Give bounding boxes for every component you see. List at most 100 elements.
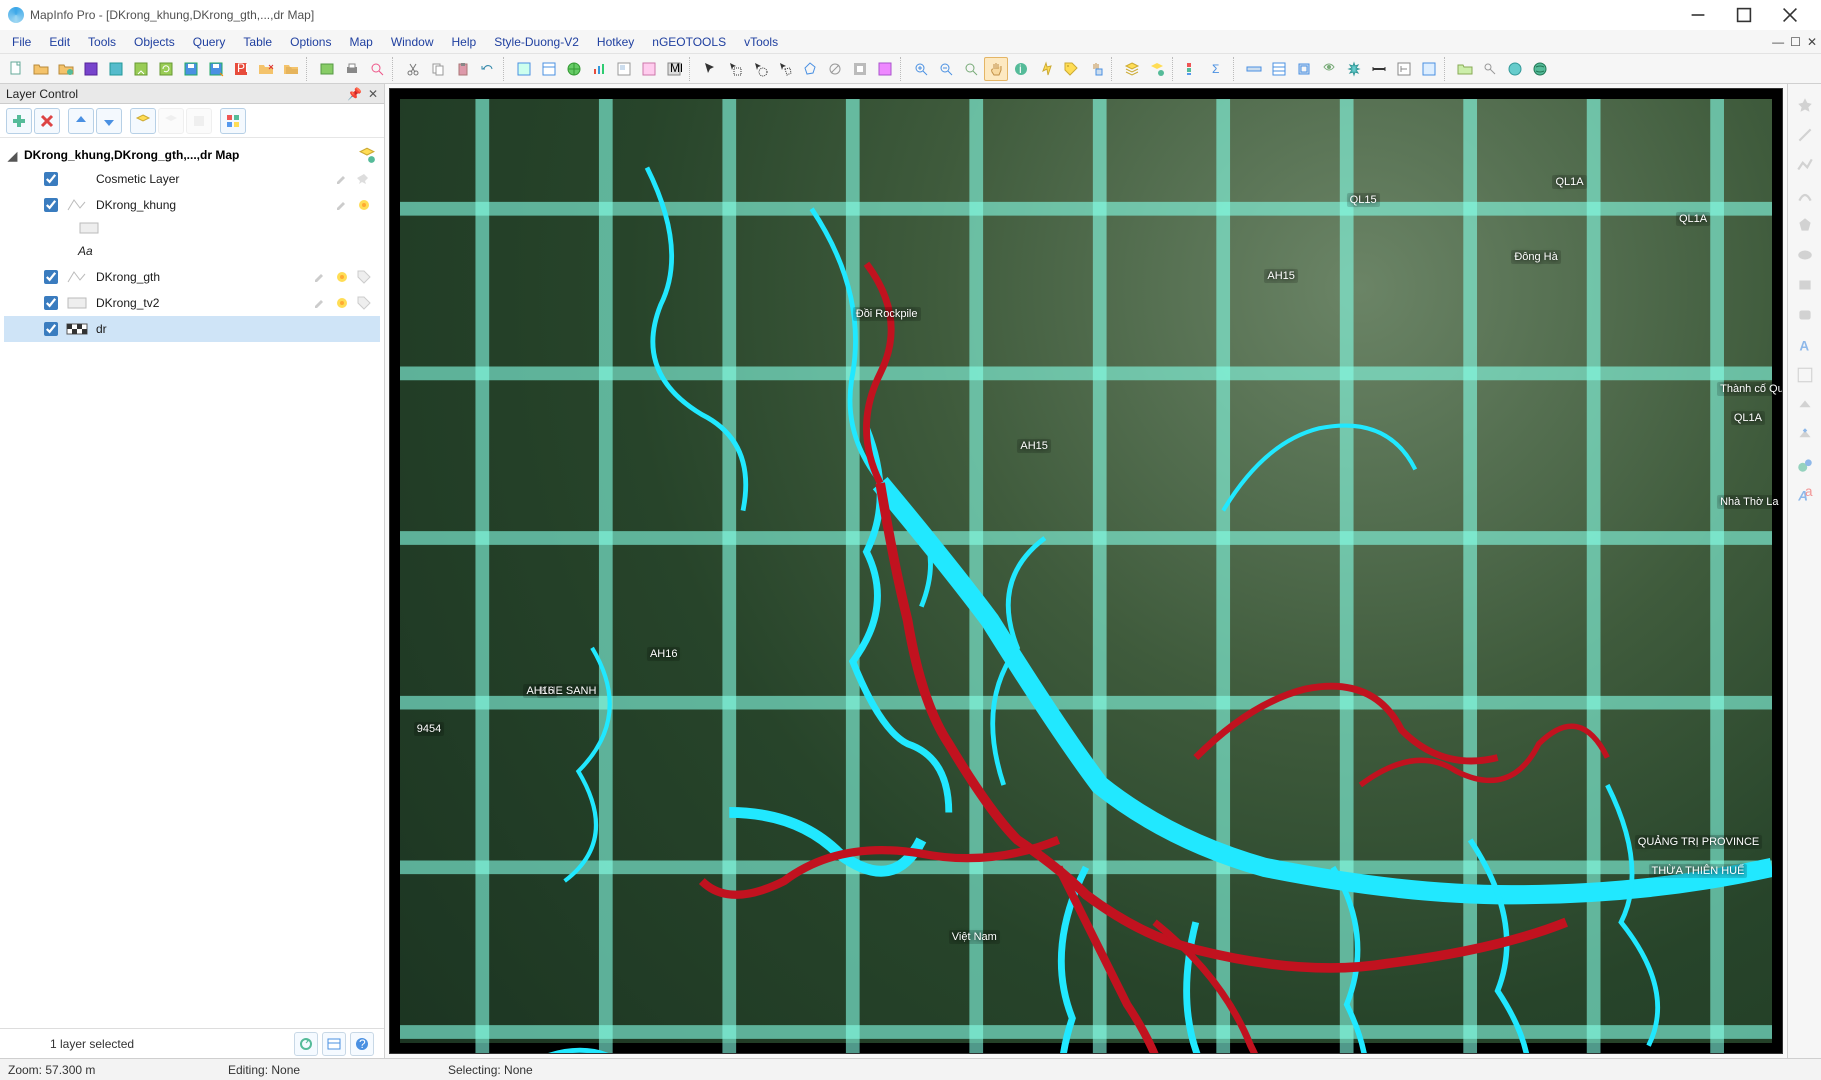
- layer-style-icon[interactable]: [66, 322, 88, 336]
- copy-icon[interactable]: [426, 57, 450, 81]
- region-style-icon[interactable]: [78, 221, 100, 235]
- layer-style-icon[interactable]: [66, 198, 88, 212]
- menu-objects[interactable]: Objects: [126, 33, 183, 51]
- layer-row-tv2[interactable]: DKrong_tv2: [4, 290, 380, 316]
- paste-icon[interactable]: [451, 57, 475, 81]
- menu-ngetools[interactable]: nGEOTOOLS: [644, 33, 734, 51]
- addnode-tool-icon[interactable]: [1792, 422, 1818, 448]
- reshape-tool-icon[interactable]: [1792, 392, 1818, 418]
- legend-des-icon[interactable]: [1417, 57, 1441, 81]
- window-globe-icon[interactable]: [562, 57, 586, 81]
- open-file-icon[interactable]: [29, 57, 53, 81]
- close-table-icon[interactable]: [254, 57, 278, 81]
- export-pdf-icon[interactable]: PDF: [229, 57, 253, 81]
- layer-add-icon[interactable]: [1145, 57, 1169, 81]
- menu-vtools[interactable]: vTools: [736, 33, 786, 51]
- open-dbms-icon[interactable]: [79, 57, 103, 81]
- text-tool-icon[interactable]: A: [1792, 332, 1818, 358]
- layer-visible-checkbox[interactable]: [44, 296, 58, 310]
- layer-row-gth[interactable]: DKrong_gth: [4, 264, 380, 290]
- frame-tool-icon[interactable]: [1792, 362, 1818, 388]
- info-tool-icon[interactable]: i: [1009, 57, 1033, 81]
- clip-on-icon[interactable]: [1317, 57, 1341, 81]
- ngeo-earth-icon[interactable]: [1528, 57, 1552, 81]
- layer-visible-checkbox[interactable]: [44, 172, 58, 186]
- window-map-icon[interactable]: [512, 57, 536, 81]
- menu-help[interactable]: Help: [444, 33, 485, 51]
- save-workspace-icon[interactable]: [179, 57, 203, 81]
- status-selecting[interactable]: Selecting: None: [448, 1063, 628, 1077]
- window-redistrict-icon[interactable]: [637, 57, 661, 81]
- map-node-icon[interactable]: [358, 146, 376, 164]
- window-layout-icon[interactable]: [612, 57, 636, 81]
- symbol-tool-icon[interactable]: [1792, 92, 1818, 118]
- table-list-icon[interactable]: [1267, 57, 1291, 81]
- menu-window[interactable]: Window: [383, 33, 442, 51]
- line-tool-icon[interactable]: [1792, 122, 1818, 148]
- hotlink-icon[interactable]: [1034, 57, 1058, 81]
- stats-icon[interactable]: Σ: [1206, 57, 1230, 81]
- cut-icon[interactable]: [401, 57, 425, 81]
- menu-table[interactable]: Table: [235, 33, 280, 51]
- layer-labels-icon[interactable]: [334, 295, 350, 311]
- menu-map[interactable]: Map: [341, 33, 380, 51]
- expand-caret-icon[interactable]: ◢: [8, 149, 20, 161]
- find-sel-icon[interactable]: [365, 57, 389, 81]
- menu-file[interactable]: File: [4, 33, 39, 51]
- layer-row-dr[interactable]: dr: [4, 316, 380, 342]
- legend-icon[interactable]: [1181, 57, 1205, 81]
- window-chart-icon[interactable]: [587, 57, 611, 81]
- symstyle-tool-icon[interactable]: [1792, 452, 1818, 478]
- layer-style-icon[interactable]: [66, 270, 88, 284]
- layer-label-style[interactable]: Aa: [4, 238, 380, 264]
- graph-sel-icon[interactable]: [873, 57, 897, 81]
- window-mapbasic-icon[interactable]: MB: [662, 57, 686, 81]
- close-button[interactable]: [1767, 0, 1813, 30]
- roundrect-tool-icon[interactable]: [1792, 302, 1818, 328]
- theme-icon[interactable]: [220, 108, 246, 134]
- print-icon[interactable]: [340, 57, 364, 81]
- status-editing[interactable]: Editing: None: [228, 1063, 408, 1077]
- layer-editable-icon[interactable]: [334, 171, 350, 187]
- scalebar-icon[interactable]: [1367, 57, 1391, 81]
- rect-tool-icon[interactable]: [1792, 272, 1818, 298]
- layer-editable-icon[interactable]: [334, 197, 350, 213]
- ngeo-web-icon[interactable]: [1503, 57, 1527, 81]
- mdi-close-icon[interactable]: ✕: [1807, 35, 1817, 49]
- arc-tool-icon[interactable]: [1792, 182, 1818, 208]
- help-icon[interactable]: ?: [350, 1032, 374, 1056]
- layer-visible-checkbox[interactable]: [44, 270, 58, 284]
- layer-labels-icon[interactable]: [334, 269, 350, 285]
- map-canvas[interactable]: Đồi RockpileĐông HàThành cố QuNhà Thờ La…: [389, 88, 1783, 1054]
- label-props-icon[interactable]: [158, 108, 184, 134]
- open-univ-icon[interactable]: [129, 57, 153, 81]
- display-props-icon[interactable]: [186, 108, 212, 134]
- pan-icon[interactable]: [984, 57, 1008, 81]
- menu-tools[interactable]: Tools: [80, 33, 124, 51]
- undo-icon[interactable]: [476, 57, 500, 81]
- menu-query[interactable]: Query: [185, 33, 234, 51]
- new-doc-icon[interactable]: [4, 57, 28, 81]
- maximize-button[interactable]: [1721, 0, 1767, 30]
- ellipse-tool-icon[interactable]: [1792, 242, 1818, 268]
- menu-hotkey[interactable]: Hotkey: [589, 33, 642, 51]
- northarrow-icon[interactable]: [1392, 57, 1416, 81]
- add-layer-icon[interactable]: [6, 108, 32, 134]
- panel-close-icon[interactable]: ✕: [368, 87, 378, 101]
- polygon-tool-icon[interactable]: [1792, 212, 1818, 238]
- layer-tag-icon[interactable]: [356, 269, 372, 285]
- adorn-icon[interactable]: [1342, 57, 1366, 81]
- layer-row-khung[interactable]: DKrong_khung: [4, 192, 380, 218]
- zoom-in-icon[interactable]: [909, 57, 933, 81]
- close-all-icon[interactable]: [279, 57, 303, 81]
- menu-style-duong[interactable]: Style-Duong-V2: [486, 33, 587, 51]
- select-boundary-icon[interactable]: [798, 57, 822, 81]
- mdi-max-icon[interactable]: ☐: [1790, 35, 1801, 49]
- polyline-tool-icon[interactable]: [1792, 152, 1818, 178]
- select-poly-icon[interactable]: [773, 57, 797, 81]
- open-dbms2-icon[interactable]: [104, 57, 128, 81]
- layer-editable-icon[interactable]: [312, 295, 328, 311]
- open-wor-icon[interactable]: [315, 57, 339, 81]
- layer-ctrl-icon[interactable]: [1120, 57, 1144, 81]
- pin-icon[interactable]: 📌: [347, 87, 362, 101]
